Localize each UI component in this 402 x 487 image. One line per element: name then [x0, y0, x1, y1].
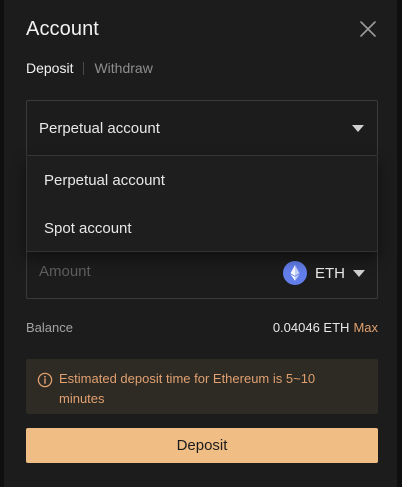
- info-icon: [37, 372, 53, 388]
- balance-label: Balance: [26, 319, 73, 335]
- modal-title: Account: [26, 18, 99, 40]
- account-select[interactable]: Perpetual account: [26, 100, 378, 156]
- deposit-time-notice: Estimated deposit time for Ethereum is 5…: [26, 359, 378, 414]
- max-button[interactable]: Max: [353, 320, 378, 335]
- asset-caret-down-icon: [353, 269, 365, 277]
- option-perpetual-account[interactable]: Perpetual account: [27, 156, 377, 204]
- account-dropdown-menu: Perpetual account Spot account: [26, 156, 378, 252]
- balance-value: 0.04046 ETH: [272, 319, 350, 335]
- option-spot-account[interactable]: Spot account: [27, 204, 377, 252]
- deposit-withdraw-tabs: Deposit Withdraw: [26, 59, 153, 77]
- backdrop-right: [397, 0, 402, 487]
- tab-withdraw[interactable]: Withdraw: [94, 60, 152, 76]
- close-icon[interactable]: [358, 19, 378, 39]
- caret-down-icon: [352, 125, 364, 132]
- asset-label: ETH: [315, 264, 345, 282]
- deposit-button[interactable]: Deposit: [26, 428, 378, 463]
- tab-deposit[interactable]: Deposit: [26, 60, 73, 76]
- notice-text: Estimated deposit time for Ethereum is 5…: [59, 371, 316, 406]
- balance-row: Balance 0.04046 ETH Max: [26, 318, 378, 336]
- ethereum-icon: [283, 261, 307, 285]
- account-select-value: Perpetual account: [39, 119, 160, 137]
- asset-select[interactable]: ETH: [283, 260, 365, 286]
- amount-input[interactable]: [39, 263, 259, 280]
- account-modal: Account Deposit Withdraw Perpetual accou…: [4, 0, 397, 487]
- tab-divider: [83, 61, 85, 75]
- balance-info: 0.04046 ETH Max: [273, 320, 378, 335]
